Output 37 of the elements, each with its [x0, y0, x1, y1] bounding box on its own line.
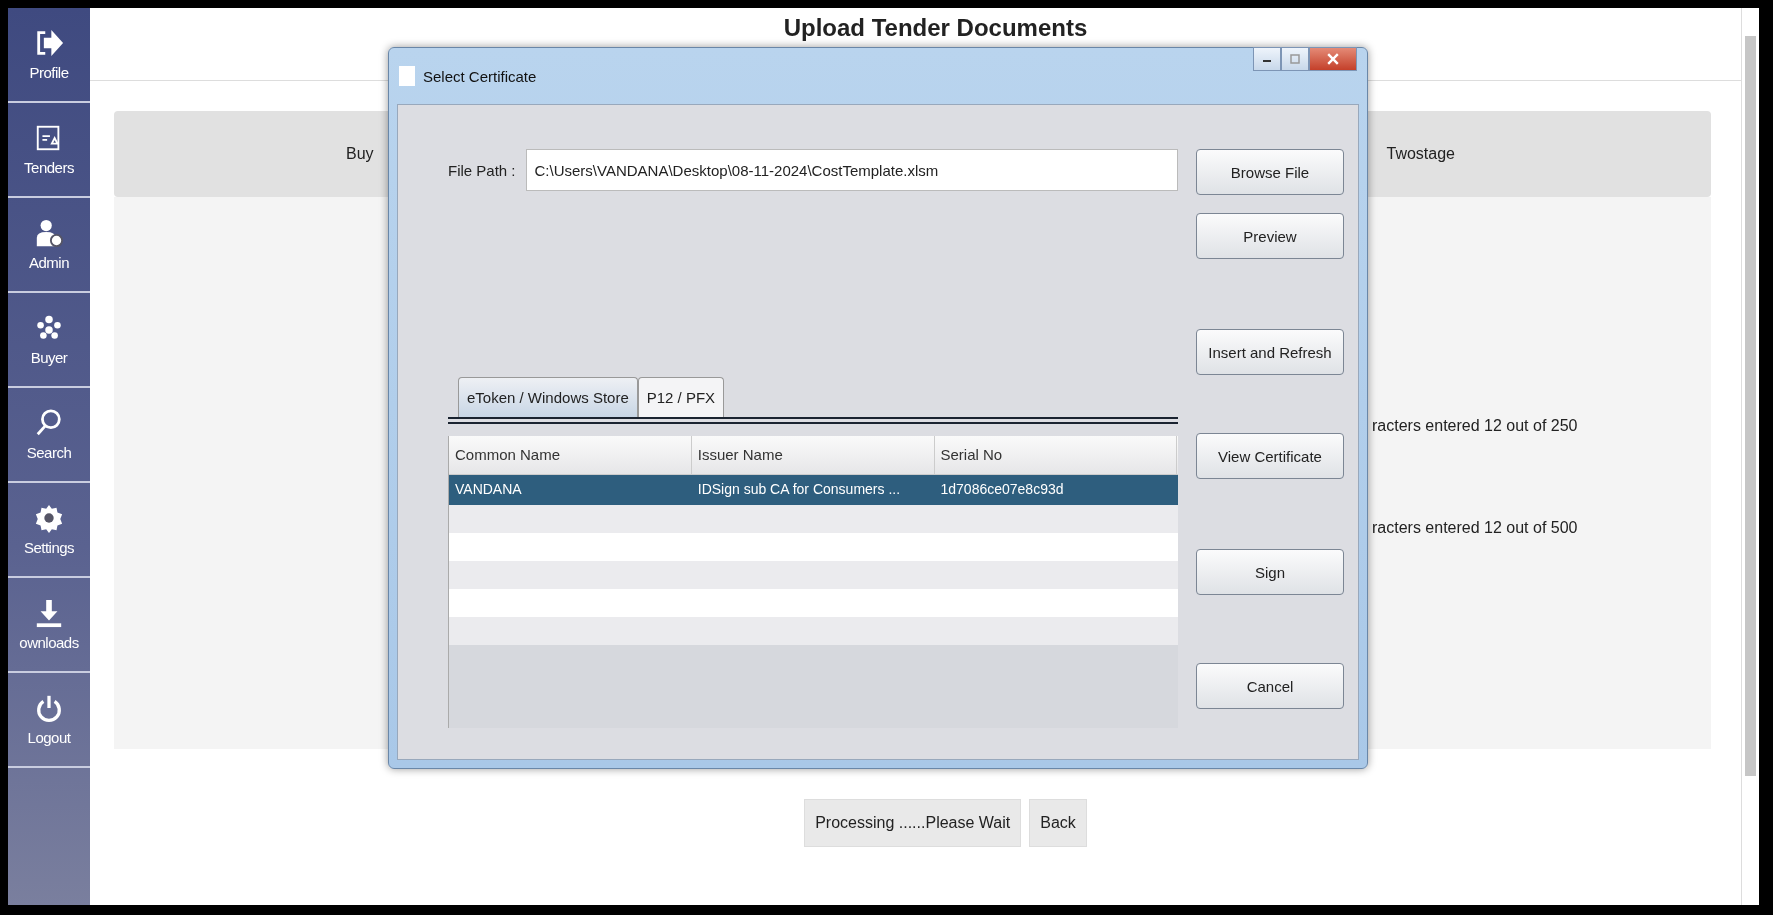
band-text: Buy [346, 145, 374, 163]
file-path-field[interactable]: C:\Users\VANDANA\Desktop\08-11-2024\CostTemplate.xlsm [525, 149, 1178, 191]
certificate-tab[interactable]: eToken / Windows Store [458, 377, 638, 417]
column-header[interactable]: Issuer Name [691, 436, 935, 474]
page-button[interactable]: Back [1029, 799, 1087, 847]
certificate-row[interactable]: VANDANA IDSign sub CA for Consumers ... 1d7086ce07e8c93d [449, 475, 1178, 505]
dialog-title: Select Certificate [423, 67, 537, 85]
dialog-button[interactable]: Preview [1196, 213, 1344, 259]
column-header[interactable]: Common Name [449, 436, 692, 474]
scrollbar[interactable] [1741, 8, 1759, 905]
dialog-button[interactable]: View Certificate [1196, 433, 1344, 479]
profile-icon [34, 28, 64, 58]
settings-icon [34, 503, 64, 533]
character-counter: racters entered 12 out of 250 [1372, 417, 1578, 435]
downloads-icon [34, 598, 64, 628]
search-icon [34, 408, 64, 438]
dialog-button[interactable]: Cancel [1196, 663, 1344, 709]
dialog-button[interactable]: Browse File [1196, 149, 1344, 195]
certificate-tab[interactable]: P12 / PFX [637, 377, 725, 417]
page-title: Upload Tender Documents [783, 14, 1088, 42]
table-cell-text: VANDANA [454, 480, 523, 499]
table-cell-text: IDSign sub CA for Consumers ... [696, 480, 902, 499]
dialog-button[interactable]: Sign [1196, 549, 1344, 595]
window-icon [399, 66, 415, 86]
table-cell-text: 1d7086ce07e8c93d [939, 480, 1065, 499]
character-counter: racters entered 12 out of 500 [1372, 519, 1578, 537]
close-button[interactable] [1309, 47, 1357, 71]
band-text: Twostage [1386, 145, 1455, 163]
minimize-button[interactable] [1253, 47, 1281, 71]
column-header[interactable]: Serial No [934, 436, 1178, 474]
maximize-icon [1290, 54, 1300, 64]
close-icon [1327, 53, 1339, 65]
file-path-label: File Path : [448, 161, 516, 179]
admin-icon [34, 218, 64, 248]
logout-icon [34, 693, 64, 723]
page-button[interactable]: Processing ......Please Wait [804, 799, 1022, 847]
dialog-button[interactable]: Insert and Refresh [1196, 329, 1344, 375]
